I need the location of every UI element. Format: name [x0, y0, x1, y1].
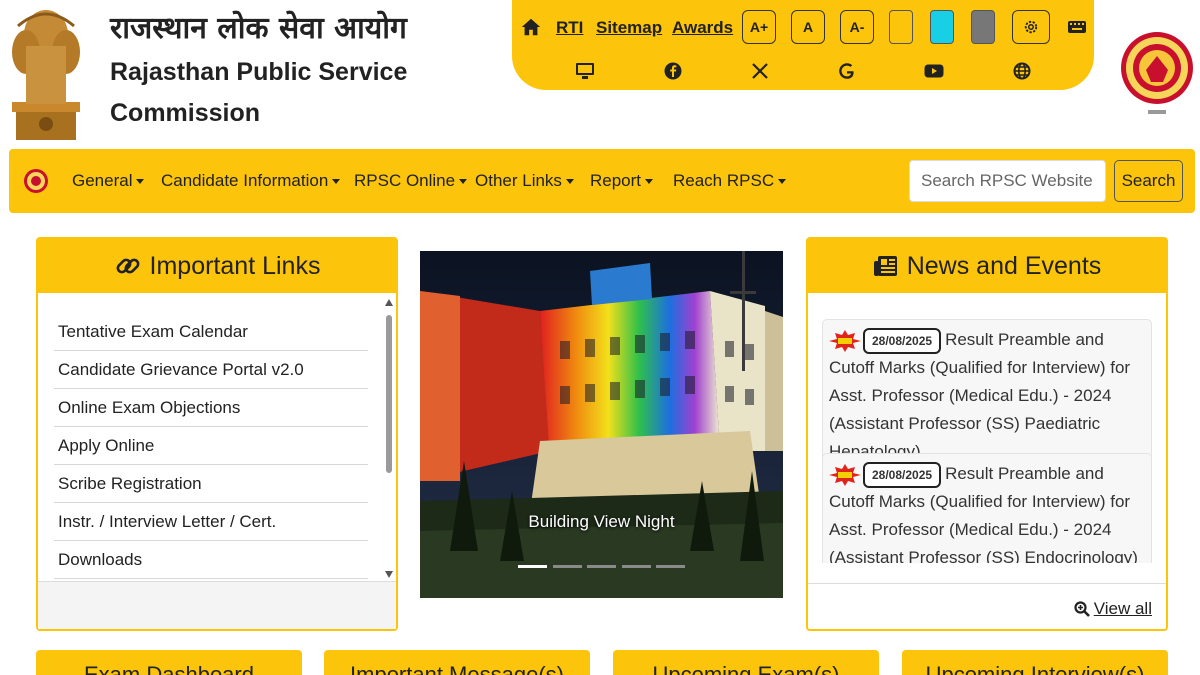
font-increase-button[interactable]: A+: [742, 10, 776, 44]
sitemap-link[interactable]: Sitemap: [596, 18, 662, 38]
youtube-icon[interactable]: [923, 60, 945, 82]
caret-down-icon: [459, 179, 468, 185]
link-icon: [116, 258, 139, 274]
news-events-header: News and Events: [808, 239, 1166, 293]
upcoming-interviews-card[interactable]: Upcoming Interview(s): [902, 650, 1168, 675]
links-scrollbar-thumb[interactable]: [386, 315, 392, 473]
link-scribe-registration[interactable]: Scribe Registration: [54, 465, 368, 503]
emblem-logo: [12, 10, 80, 140]
important-links-title: Important Links: [149, 251, 321, 280]
important-messages-card[interactable]: Important Message(s): [324, 650, 590, 675]
link-online-exam-objections[interactable]: Online Exam Objections: [54, 389, 368, 427]
x-icon[interactable]: [749, 60, 771, 82]
theme-cyan-swatch[interactable]: [930, 10, 954, 44]
top-toolbar: RTI Sitemap Awards A+ A A-: [512, 0, 1094, 90]
carousel-indicator-5[interactable]: [656, 565, 685, 568]
news-date-badge: 28/08/2025: [863, 461, 942, 488]
nav-rpsc-logo[interactable]: [23, 168, 49, 194]
nav-rpsc-online[interactable]: RPSC Online: [354, 171, 468, 191]
main-navbar: General Candidate Information RPSC Onlin…: [9, 149, 1195, 213]
site-title-english: Rajasthan Public Service Commission: [110, 58, 408, 127]
carousel-caption: Building View Night: [528, 512, 675, 531]
news-events-title: News and Events: [906, 251, 1102, 280]
newspaper-icon: [873, 256, 897, 276]
search-plus-icon: [1074, 601, 1090, 617]
carousel-image: [420, 251, 783, 598]
link-interview-letter[interactable]: Instr. / Interview Letter / Cert.: [54, 503, 368, 541]
globe-icon[interactable]: [1011, 60, 1033, 82]
view-all-link[interactable]: View all: [1074, 599, 1152, 619]
font-reset-button[interactable]: A: [791, 10, 825, 44]
nav-other-links[interactable]: Other Links: [475, 171, 574, 191]
caret-down-icon: [136, 179, 145, 185]
rti-link[interactable]: RTI: [556, 18, 583, 38]
rpsc-seal-logo: [1121, 32, 1193, 114]
keyboard-icon[interactable]: [1066, 16, 1088, 38]
awards-link[interactable]: Awards: [672, 18, 733, 38]
link-apply-online[interactable]: Apply Online: [54, 427, 368, 465]
important-links-panel: Important Links Tentative Exam Calendar …: [36, 237, 398, 631]
caret-down-icon: [565, 179, 574, 185]
important-links-header: Important Links: [38, 239, 396, 293]
link-tentative-exam-calendar[interactable]: Tentative Exam Calendar: [54, 313, 368, 351]
news-list: 28/08/2025 Result Preamble and Cutoff Mar…: [822, 319, 1154, 563]
facebook-icon[interactable]: [662, 60, 684, 82]
link-candidate-grievance-portal[interactable]: Candidate Grievance Portal v2.0: [54, 351, 368, 389]
news-date-badge: 28/08/2025: [863, 327, 942, 354]
link-downloads[interactable]: Downloads: [54, 541, 368, 579]
news-item[interactable]: 28/08/2025 Result Preamble and Cutoff Mar…: [822, 453, 1152, 563]
search-button[interactable]: Search: [1114, 160, 1183, 202]
search-input[interactable]: [909, 160, 1106, 202]
nav-general[interactable]: General: [72, 171, 145, 191]
gear-icon: [1024, 20, 1038, 34]
exam-dashboard-card[interactable]: Exam Dashboard: [36, 650, 302, 675]
news-footer: View all: [808, 583, 1166, 629]
new-badge-icon: [829, 463, 861, 486]
carousel-indicator-2[interactable]: [553, 565, 582, 568]
news-item[interactable]: 28/08/2025 Result Preamble and Cutoff Mar…: [822, 319, 1152, 473]
carousel-indicator-1[interactable]: [518, 565, 547, 568]
carousel-indicator-3[interactable]: [587, 565, 616, 568]
desktop-icon[interactable]: [574, 60, 596, 82]
building-carousel[interactable]: Building View Night: [420, 251, 783, 598]
important-links-list: Tentative Exam Calendar Candidate Grieva…: [54, 313, 368, 579]
site-title-hindi: राजस्थान लोक सेवा आयोग: [110, 11, 407, 46]
carousel-indicators: [518, 565, 688, 569]
caret-down-icon: [778, 179, 787, 185]
nav-reach-rpsc[interactable]: Reach RPSC: [673, 171, 787, 191]
font-decrease-button[interactable]: A-: [840, 10, 874, 44]
caret-down-icon: [332, 179, 341, 185]
new-badge-icon: [829, 329, 861, 352]
home-icon[interactable]: [520, 16, 542, 38]
nav-candidate-information[interactable]: Candidate Information: [161, 171, 341, 191]
upcoming-exams-card[interactable]: Upcoming Exam(s): [613, 650, 879, 675]
settings-button[interactable]: [1012, 10, 1050, 44]
caret-down-icon: [645, 179, 654, 185]
google-icon[interactable]: [836, 60, 858, 82]
nav-report[interactable]: Report: [590, 171, 654, 191]
important-links-footer: [38, 581, 396, 629]
news-events-panel: News and Events 28/08/2025 Result Preambl…: [806, 237, 1168, 631]
theme-gray-swatch[interactable]: [971, 10, 995, 44]
theme-yellow-swatch[interactable]: [889, 10, 913, 44]
carousel-indicator-4[interactable]: [622, 565, 651, 568]
